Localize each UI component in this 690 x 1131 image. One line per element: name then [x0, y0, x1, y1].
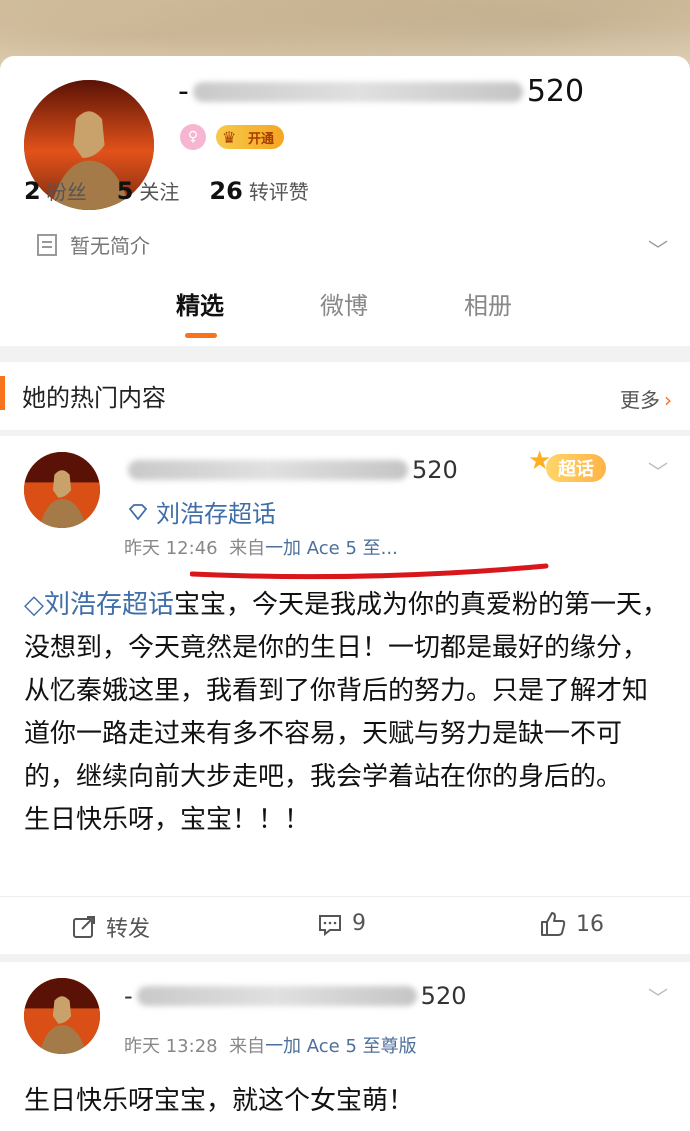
- post-meta: 昨天 12:46 来自一加 Ace 5 至...: [124, 534, 398, 560]
- section-accent: [0, 376, 5, 410]
- post-author[interactable]: - 520: [124, 982, 466, 1010]
- author-prefix: -: [124, 982, 133, 1010]
- chevron-right-icon: ›: [664, 388, 672, 412]
- vip-label: 开通: [248, 131, 275, 147]
- profile-card: - 520 ♀ ♛ 开通 2 粉丝 5 关注 26 转评赞 暂无简介 ﹀ 精选 微博 …: [0, 56, 690, 346]
- post-text: ◇刘浩存超话宝宝，今天是我成为你的真爱粉的第一天，没想到，今天竟然是你的生日！一…: [24, 584, 672, 842]
- topic-label: 刘浩存超话: [156, 500, 276, 528]
- share-icon: [73, 916, 95, 938]
- topic-link[interactable]: 刘浩存超话: [128, 494, 276, 529]
- chevron-down-icon[interactable]: ﹀: [648, 982, 668, 1011]
- name-suffix: 520: [526, 74, 585, 109]
- profile-name: - 520: [178, 74, 584, 109]
- thumbs-up-icon: [541, 912, 566, 936]
- super-topic-label: 超话: [546, 454, 606, 482]
- post-avatar[interactable]: [24, 452, 100, 528]
- post-source[interactable]: 一加 Ace 5 至...: [265, 538, 398, 559]
- post-actions: 转发 9 16: [0, 896, 690, 954]
- profile-tabs: 精选 微博 相册: [0, 286, 690, 346]
- stat-interactions[interactable]: 26 转评赞: [209, 176, 308, 205]
- source-prefix: 来自: [229, 1036, 266, 1057]
- post-body-line2: 生日快乐呀，宝宝！！！: [24, 805, 311, 835]
- comment-button[interactable]: 9: [318, 911, 366, 936]
- tab-indicator: [185, 333, 217, 338]
- post-time: 昨天 12:46: [124, 538, 218, 559]
- female-icon: ♀: [180, 124, 206, 150]
- post-body: 生日快乐呀宝宝，就这个女宝萌！: [24, 1086, 415, 1116]
- post-source[interactable]: 一加 Ace 5 至尊版: [265, 1036, 417, 1057]
- comment-icon: [319, 914, 341, 936]
- tab-featured[interactable]: 精选: [176, 286, 224, 321]
- red-underline-annotation: [190, 563, 549, 580]
- vip-open-button[interactable]: ♛ 开通: [216, 125, 285, 149]
- like-button[interactable]: 16: [540, 911, 604, 937]
- blurred-name: [128, 460, 408, 480]
- repost-button[interactable]: 转发: [72, 911, 150, 943]
- more-link[interactable]: 更多 ›: [620, 384, 672, 413]
- bio-row[interactable]: 暂无简介: [36, 230, 150, 259]
- section-title: 她的热门内容: [22, 384, 166, 412]
- super-topic-badge: ★ 超话: [528, 444, 638, 492]
- author-suffix: 520: [420, 982, 467, 1010]
- post-avatar[interactable]: [24, 978, 100, 1054]
- like-count: 16: [576, 911, 604, 937]
- crown-icon: ♛: [222, 128, 237, 147]
- post-card: - 520 ﹀ 昨天 13:28 来自一加 Ace 5 至尊版 生日快乐呀宝宝，…: [0, 962, 690, 1131]
- name-prefix: -: [178, 74, 189, 109]
- author-suffix: 520: [412, 456, 458, 484]
- blurred-name: [192, 81, 523, 102]
- bio-text: 暂无简介: [70, 234, 150, 258]
- diamond-icon: [128, 503, 148, 520]
- stats-row: 2 粉丝 5 关注 26 转评赞: [24, 176, 309, 205]
- inline-topic-link[interactable]: ◇刘浩存超话: [24, 590, 174, 620]
- stat-following[interactable]: 5 关注: [117, 176, 180, 205]
- comment-count: 9: [352, 911, 366, 936]
- repost-label: 转发: [106, 917, 151, 942]
- source-prefix: 来自: [229, 538, 266, 559]
- chevron-down-icon[interactable]: ﹀: [648, 234, 668, 263]
- avatar-image: [24, 452, 100, 528]
- chevron-down-icon[interactable]: ﹀: [648, 456, 668, 485]
- post-card: 520 ★ 超话 ﹀ 刘浩存超话 昨天 12:46 来自一加 Ace 5 至..…: [0, 436, 690, 954]
- document-icon: [37, 233, 57, 256]
- blurred-name: [136, 986, 417, 1006]
- stat-fans[interactable]: 2 粉丝: [24, 176, 87, 205]
- post-time: 昨天 13:28: [124, 1036, 218, 1057]
- avatar-image: [24, 978, 100, 1054]
- tab-weibo[interactable]: 微博: [320, 286, 368, 321]
- post-meta: 昨天 13:28 来自一加 Ace 5 至尊版: [124, 1032, 417, 1058]
- hot-content-header: 她的热门内容 更多 ›: [0, 362, 690, 430]
- tab-album[interactable]: 相册: [464, 286, 512, 321]
- post-author[interactable]: 520: [124, 456, 458, 484]
- post-body: 宝宝，今天是我成为你的真爱粉的第一天，没想到，今天竟然是你的生日！一切都是最好的…: [24, 590, 669, 792]
